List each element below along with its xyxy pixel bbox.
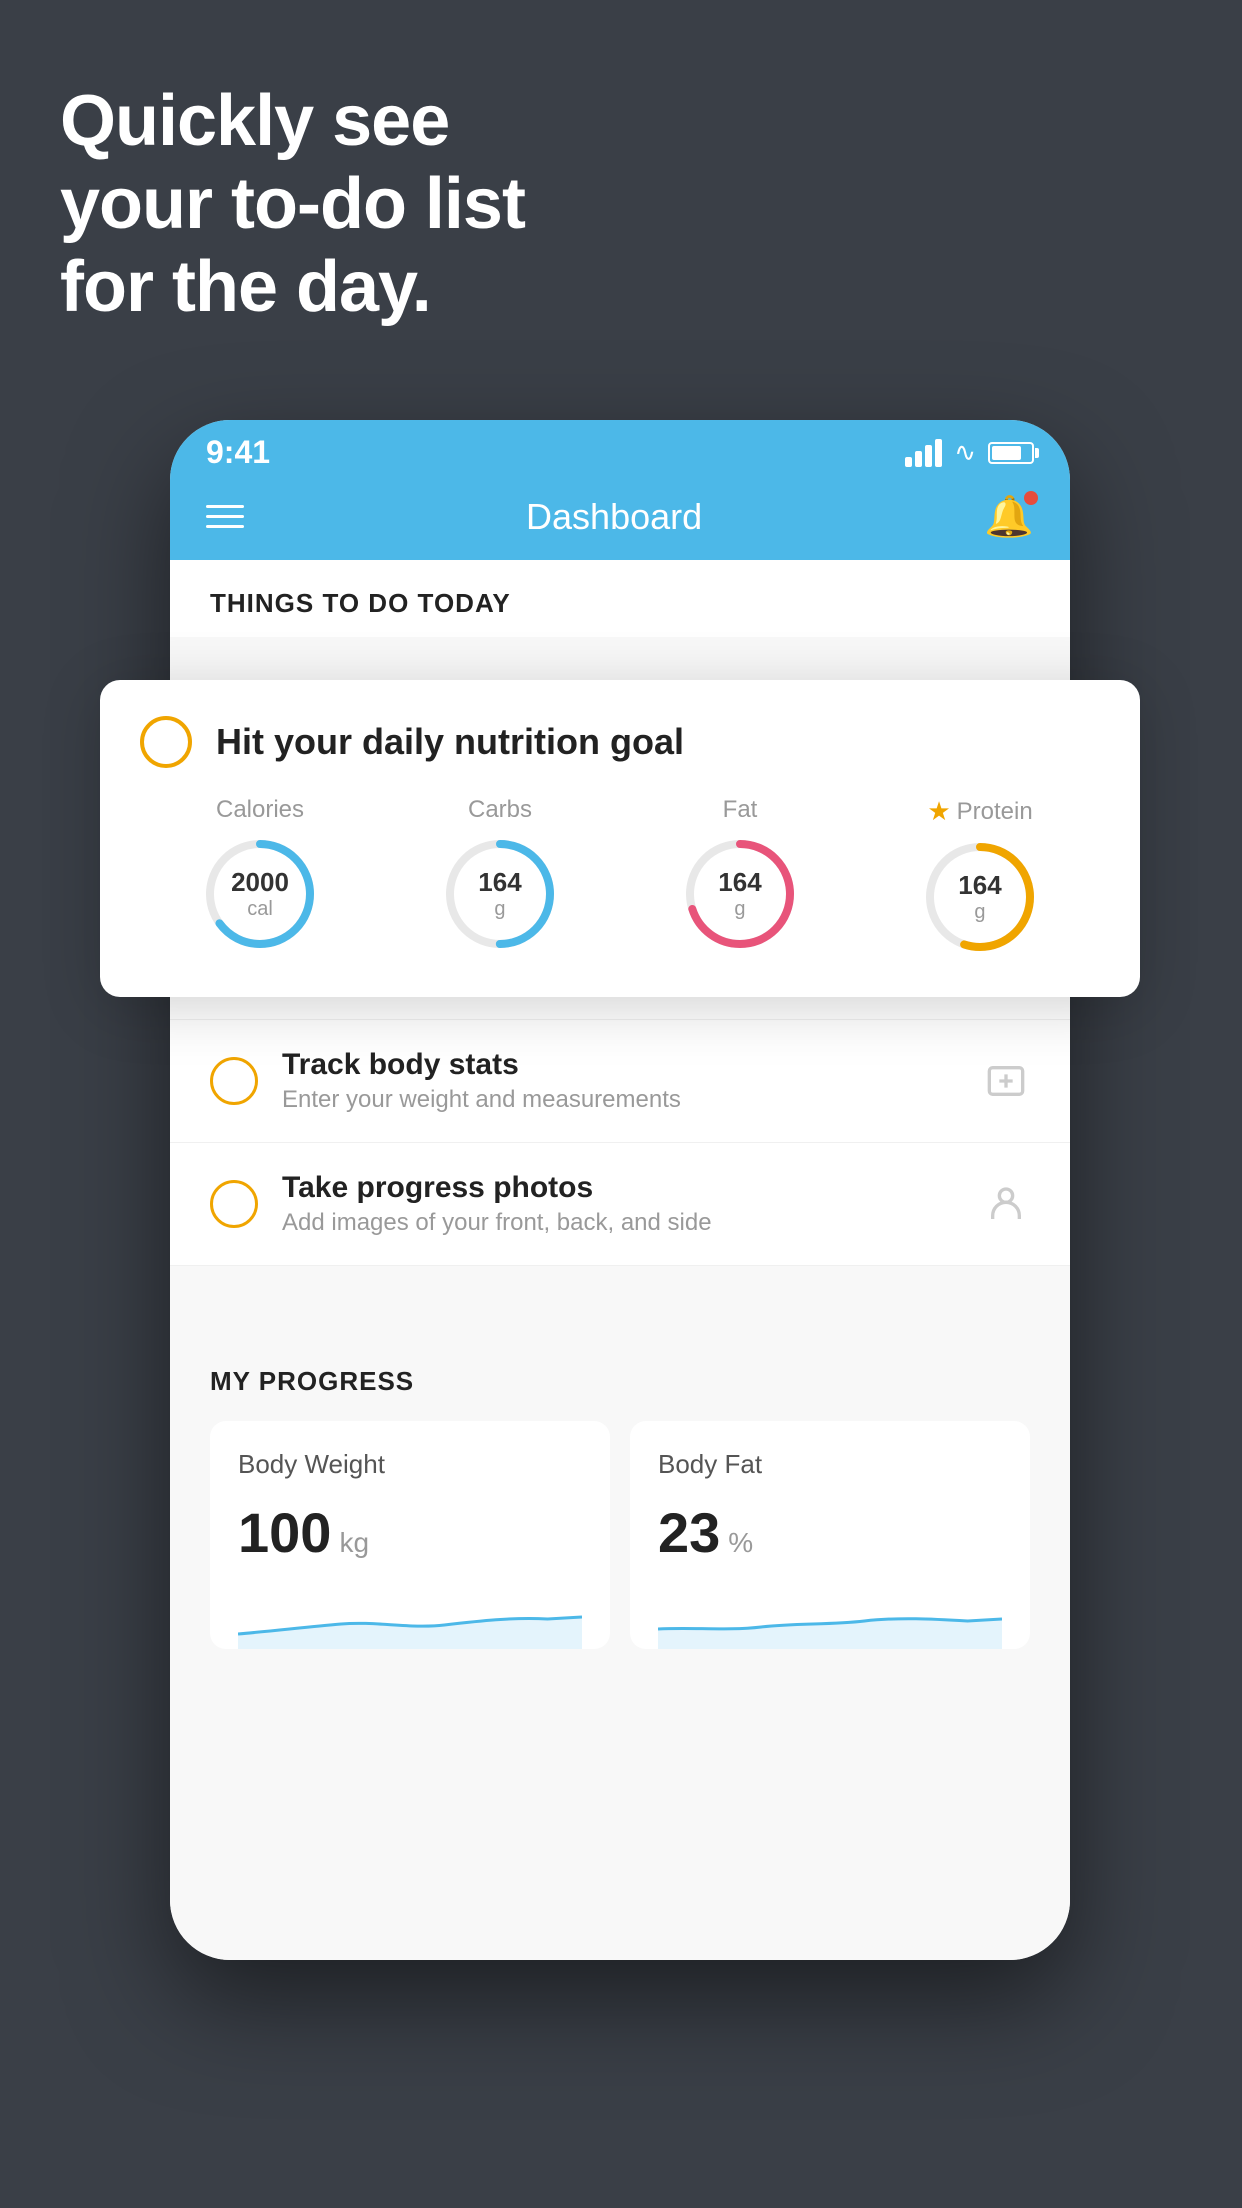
nutrition-calories-label: Calories: [216, 796, 304, 824]
things-today-header: THINGS TO DO TODAY: [170, 560, 1070, 637]
person-icon: [982, 1180, 1030, 1228]
fat-unit: g: [718, 898, 761, 921]
nutrition-fat-label: Fat: [723, 796, 758, 824]
todo-text-photos: Take progress photos Add images of your …: [282, 1171, 958, 1237]
hero-line2: your to-do list: [60, 163, 525, 246]
hero-line3: for the day.: [60, 246, 525, 329]
todo-item-photos[interactable]: Take progress photos Add images of your …: [170, 1143, 1070, 1266]
status-time: 9:41: [206, 434, 270, 471]
phone-mockup: 9:41 ∿ Dashboard 🔔 THINGS TO DO TODA: [170, 420, 1070, 1960]
todo-text-body-stats: Track body stats Enter your weight and m…: [282, 1048, 958, 1114]
todo-title-photos: Take progress photos: [282, 1171, 958, 1205]
spacer: [170, 1266, 1070, 1326]
battery-icon: [988, 442, 1034, 464]
todo-subtitle-body-stats: Enter your weight and measurements: [282, 1086, 958, 1114]
protein-ring: 164 g: [920, 837, 1040, 957]
progress-header: MY PROGRESS: [210, 1366, 1030, 1397]
body-fat-unit: %: [728, 1527, 753, 1559]
hero-text: Quickly see your to-do list for the day.: [60, 80, 525, 328]
calories-value: 2000: [231, 867, 289, 898]
body-weight-title: Body Weight: [238, 1449, 582, 1480]
body-fat-value-row: 23 %: [658, 1500, 1002, 1565]
todo-circle-body-stats: [210, 1057, 258, 1105]
protein-unit: g: [958, 901, 1001, 924]
fat-ring: 164 g: [680, 834, 800, 954]
todo-item-body-stats[interactable]: Track body stats Enter your weight and m…: [170, 1020, 1070, 1143]
todo-subtitle-photos: Add images of your front, back, and side: [282, 1209, 958, 1237]
nutrition-protein-label: ★ Protein: [927, 796, 1032, 827]
body-weight-card[interactable]: Body Weight 100 kg: [210, 1421, 610, 1649]
progress-section: MY PROGRESS Body Weight 100 kg: [170, 1326, 1070, 1649]
nutrition-fat: Fat 164 g: [680, 796, 800, 954]
body-fat-sparkline: [658, 1589, 1002, 1649]
calories-ring: 2000 cal: [200, 834, 320, 954]
body-fat-card[interactable]: Body Fat 23 %: [630, 1421, 1030, 1649]
nutrition-card: Hit your daily nutrition goal Calories 2…: [100, 680, 1140, 997]
status-icons: ∿: [905, 437, 1034, 468]
fat-value: 164: [718, 867, 761, 898]
hero-line1: Quickly see: [60, 80, 525, 163]
carbs-unit: g: [478, 898, 521, 921]
nutrition-card-title-row: Hit your daily nutrition goal: [140, 716, 1100, 768]
nav-bar: Dashboard 🔔: [170, 479, 1070, 560]
nutrition-card-title: Hit your daily nutrition goal: [216, 721, 684, 763]
star-icon: ★: [927, 796, 950, 827]
todo-circle-photos: [210, 1180, 258, 1228]
carbs-ring: 164 g: [440, 834, 560, 954]
notification-bell[interactable]: 🔔: [984, 493, 1034, 540]
calories-ring-text: 2000 cal: [231, 867, 289, 921]
nav-title: Dashboard: [526, 496, 702, 538]
todo-title-body-stats: Track body stats: [282, 1048, 958, 1082]
body-weight-value-row: 100 kg: [238, 1500, 582, 1565]
carbs-value: 164: [478, 867, 521, 898]
status-bar: 9:41 ∿: [170, 420, 1070, 479]
nutrition-row: Calories 2000 cal Carbs: [140, 796, 1100, 957]
body-fat-value: 23: [658, 1500, 720, 1565]
nutrition-protein: ★ Protein 164 g: [920, 796, 1040, 957]
nutrition-circle-check: [140, 716, 192, 768]
body-fat-title: Body Fat: [658, 1449, 1002, 1480]
progress-cards: Body Weight 100 kg Body Fat: [210, 1421, 1030, 1649]
nutrition-carbs: Carbs 164 g: [440, 796, 560, 954]
carbs-ring-text: 164 g: [478, 867, 521, 921]
protein-ring-text: 164 g: [958, 870, 1001, 924]
signal-icon: [905, 439, 942, 467]
nutrition-protein-label-text: Protein: [957, 798, 1033, 826]
notification-dot: [1024, 491, 1038, 505]
body-weight-unit: kg: [339, 1527, 369, 1559]
wifi-icon: ∿: [954, 437, 976, 468]
hamburger-menu[interactable]: [206, 505, 244, 528]
calories-unit: cal: [231, 898, 289, 921]
body-weight-sparkline: [238, 1589, 582, 1649]
nutrition-carbs-label: Carbs: [468, 796, 532, 824]
body-weight-value: 100: [238, 1500, 331, 1565]
nutrition-calories: Calories 2000 cal: [200, 796, 320, 954]
fat-ring-text: 164 g: [718, 867, 761, 921]
scale-icon: [982, 1057, 1030, 1105]
protein-value: 164: [958, 870, 1001, 901]
